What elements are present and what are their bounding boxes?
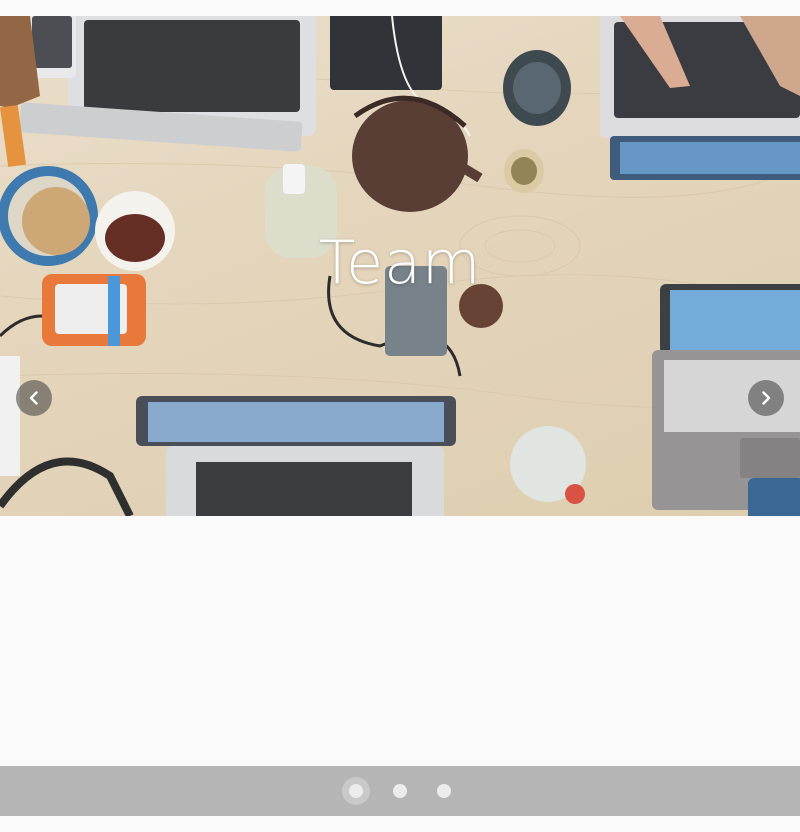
carousel-indicator-1[interactable] — [342, 777, 370, 805]
page: Team — [0, 0, 800, 832]
slide-title: Team — [318, 228, 482, 298]
carousel-indicators — [342, 777, 458, 805]
chevron-left-icon — [29, 391, 38, 405]
carousel-indicator-2[interactable] — [386, 777, 414, 805]
carousel-slide: Team — [0, 16, 800, 516]
indicator-dot — [349, 784, 363, 798]
carousel-indicator-3[interactable] — [430, 777, 458, 805]
bottom-spacer — [0, 816, 800, 832]
indicator-dot — [437, 784, 451, 798]
carousel-next-button[interactable] — [748, 380, 784, 416]
indicator-dot — [393, 784, 407, 798]
carousel-indicator-bar — [0, 766, 800, 816]
content-area — [0, 516, 800, 766]
chevron-right-icon — [762, 391, 771, 405]
carousel-prev-button[interactable] — [16, 380, 52, 416]
